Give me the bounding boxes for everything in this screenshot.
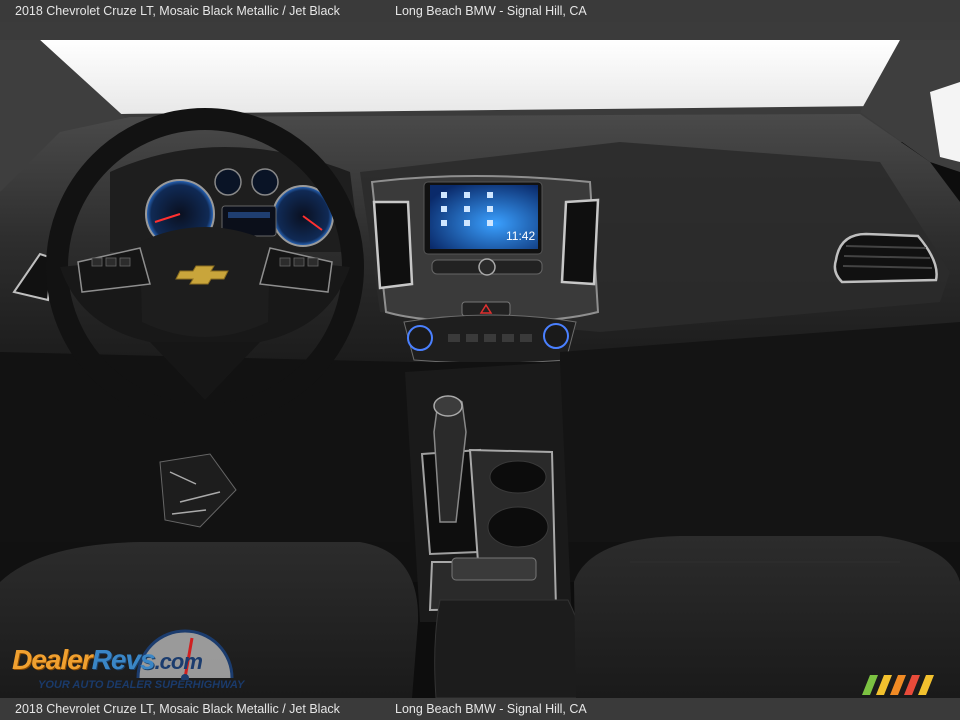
vehicle-caption: 2018 Chevrolet Cruze LT, Mosaic Black Me…: [15, 4, 340, 18]
color-stripes-icon: [862, 675, 934, 695]
windshield: [40, 40, 900, 114]
passenger-seat: [574, 536, 960, 698]
caption-bar-bottom: 2018 Chevrolet Cruze LT, Mosaic Black Me…: [0, 698, 960, 720]
brand-revs: Revs: [91, 644, 156, 675]
brand-dealer: Dealer: [12, 644, 93, 675]
caption-bar-top: 2018 Chevrolet Cruze LT, Mosaic Black Me…: [0, 0, 960, 22]
dealerrevs-logo: DealerRevs.com: [12, 644, 203, 676]
vehicle-caption-bottom: 2018 Chevrolet Cruze LT, Mosaic Black Me…: [15, 702, 340, 716]
watermark-tagline: YOUR AUTO DEALER SUPERHIGHWAY: [38, 679, 245, 691]
brand-com: .com: [154, 649, 203, 674]
dealerrevs-watermark: DealerRevs.com YOUR AUTO DEALER SUPERHIG…: [12, 624, 272, 694]
dealer-caption: Long Beach BMW - Signal Hill, CA: [395, 4, 587, 18]
infotainment-time: 11:42: [506, 229, 535, 243]
interior-photo: 11:42: [0, 22, 960, 698]
dashboard-illustration: 11:42: [0, 22, 960, 698]
dealer-caption-bottom: Long Beach BMW - Signal Hill, CA: [395, 702, 587, 716]
